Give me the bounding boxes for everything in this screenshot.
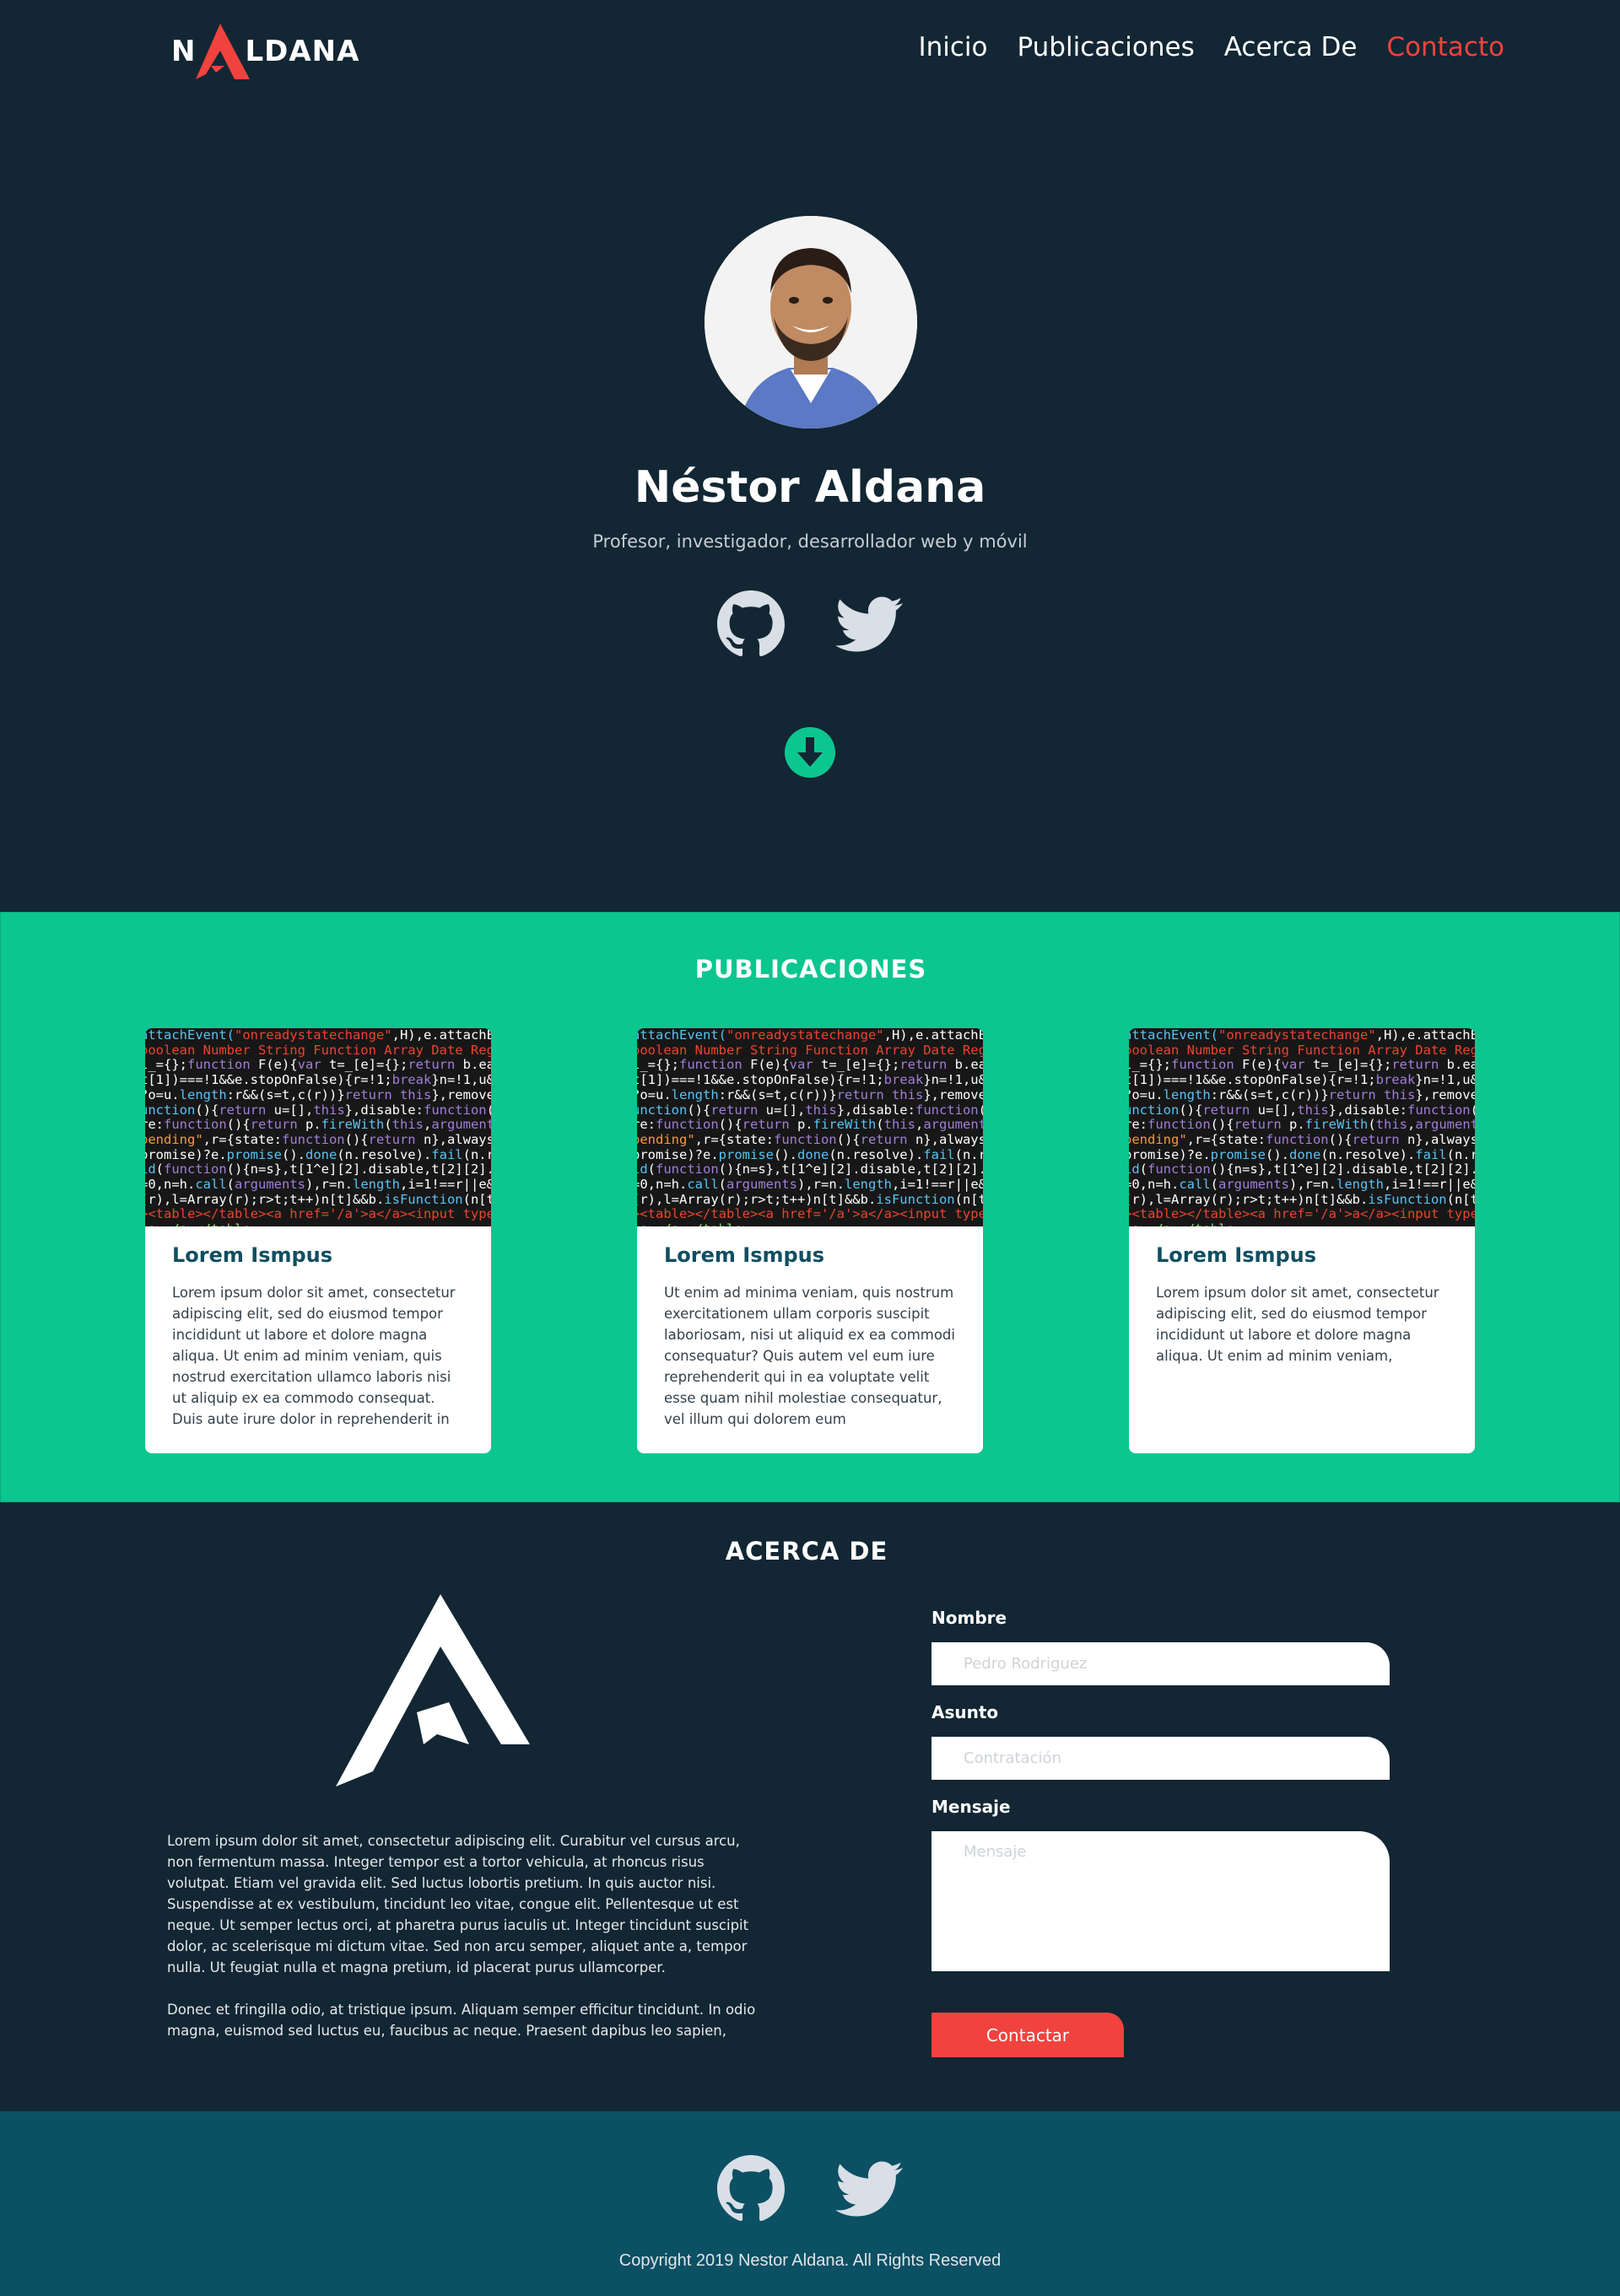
nombre-label: Nombre: [932, 1608, 1007, 1628]
hero-name: Néstor Aldana: [634, 462, 986, 513]
mensaje-textarea[interactable]: [932, 1831, 1390, 1971]
code-line: ><table></table><a href='/a'>a</a><input…: [145, 1206, 491, 1222]
code-thumbnail: attachEvent("onreadystatechange",H),e.at…: [145, 1028, 491, 1226]
code-line: promise)?e.promise().done(n.resolve).fai…: [1129, 1146, 1475, 1162]
code-line: <a></a></table>: [1129, 1221, 1475, 1226]
code-line: unction(){return u=[],this},disable:func…: [1129, 1102, 1475, 1118]
code-line: boolean Number String Function Array Dat…: [637, 1042, 983, 1058]
card-title: Lorem Ismpus: [664, 1243, 825, 1267]
card-title: Lorem Ismpus: [172, 1243, 333, 1267]
footer: Copyright 2019 Nestor Aldana. All Rights…: [0, 2111, 1620, 2296]
code-line: =0,n=h.call(arguments),r=n.length,i=1!==…: [145, 1177, 491, 1193]
profile-avatar: [705, 216, 917, 428]
code-line: re:function(){return p.fireWith(this,arg…: [145, 1117, 491, 1133]
code-line: (r),l=Array(r);r>t;t++)n[t]&&b.isFunctio…: [1129, 1191, 1475, 1207]
logo-wordmark: N LDANA: [171, 24, 359, 79]
copyright-text: Copyright 2019 Nestor Aldana. All Rights…: [618, 2251, 1002, 2270]
card-text: Ut enim ad minima veniam, quis nostrum e…: [664, 1285, 955, 1427]
nav-item-publicaciones[interactable]: Publicaciones: [1018, 32, 1195, 62]
asunto-input[interactable]: [932, 1737, 1390, 1780]
code-line: unction(){return u=[],this},disable:func…: [145, 1102, 491, 1118]
code-line: l_={};function F(e){var t=_[e]={};return…: [1129, 1057, 1475, 1073]
code-line: l_={};function F(e){var t=_[e]={};return…: [637, 1057, 983, 1073]
code-line: id(function(){n=s},t[1^e][2].disable,t[2…: [1129, 1161, 1475, 1178]
scroll-down-button[interactable]: [783, 725, 837, 779]
code-line: id(function(){n=s},t[1^e][2].disable,t[2…: [637, 1161, 983, 1178]
code-line: ?o=u.length:r&&(s=t,c(r))}return this},r…: [637, 1086, 983, 1102]
contactar-button[interactable]: Contactar: [932, 2013, 1124, 2057]
code-line: ?o=u.length:r&&(s=t,c(r))}return this},r…: [1129, 1086, 1475, 1102]
about-logo-icon: [336, 1594, 530, 1787]
about-text: Lorem ipsum dolor sit amet, consectetur …: [167, 1830, 758, 2041]
hero-subtitle: Profesor, investigador, desarrollador we…: [592, 531, 1028, 552]
code-line: pending",r={state:function(){return n},a…: [1129, 1131, 1475, 1147]
arrow-down-circle-icon: [785, 727, 835, 778]
code-line: promise)?e.promise().done(n.resolve).fai…: [637, 1146, 983, 1162]
card-text: Lorem ipsum dolor sit amet, consectetur …: [1156, 1285, 1439, 1364]
nav-menu: Inicio Publicaciones Acerca De Contacto: [888, 32, 1504, 62]
nav-item-acerca-de[interactable]: Acerca De: [1224, 32, 1358, 62]
about-paragraph: Donec et fringilla odio, at tristique ip…: [167, 2002, 756, 2039]
twitter-icon: [835, 2161, 903, 2217]
code-line: t[1])===!1&&e.stopOnFalse){r=!1;break}n=…: [145, 1072, 491, 1088]
github-link[interactable]: [717, 590, 785, 658]
code-line: t[1])===!1&&e.stopOnFalse){r=!1;break}n=…: [637, 1072, 983, 1088]
code-line: (r),l=Array(r);r>t;t++)n[t]&&b.isFunctio…: [637, 1191, 983, 1207]
code-line: ><table></table><a href='/a'>a</a><input…: [1129, 1206, 1475, 1222]
asunto-label: Asunto: [932, 1702, 999, 1722]
code-line: t[1])===!1&&e.stopOnFalse){r=!1;break}n=…: [1129, 1072, 1475, 1088]
publicaciones-section: PUBLICACIONES attachEvent("onreadystatec…: [0, 912, 1620, 1502]
logo-letters-ldana: LDANA: [245, 35, 360, 68]
code-line: unction(){return u=[],this},disable:func…: [637, 1102, 983, 1118]
code-line: ?o=u.length:r&&(s=t,c(r))}return this},r…: [145, 1086, 491, 1102]
code-line: attachEvent("onreadystatechange",H),e.at…: [145, 1028, 491, 1043]
card-text: Lorem ipsum dolor sit amet, consectetur …: [172, 1285, 456, 1427]
code-line: ><table></table><a href='/a'>a</a><input…: [637, 1206, 983, 1222]
profile-photo-icon: [705, 216, 917, 428]
publication-card[interactable]: attachEvent("onreadystatechange",H),e.at…: [1129, 1028, 1475, 1453]
code-thumbnail: attachEvent("onreadystatechange",H),e.at…: [637, 1028, 983, 1226]
nav-item-inicio[interactable]: Inicio: [918, 32, 987, 62]
code-line: <a></a></table>: [637, 1221, 983, 1226]
acerca-de-title: ACERCA DE: [725, 1537, 888, 1566]
code-line: boolean Number String Function Array Dat…: [145, 1042, 491, 1058]
publicaciones-title: PUBLICACIONES: [694, 955, 927, 984]
code-line: =0,n=h.call(arguments),r=n.length,i=1!==…: [637, 1177, 983, 1193]
github-icon: [717, 590, 785, 657]
logo-a-mark-icon: [196, 24, 251, 79]
contact-form: Nombre Asunto Mensaje Contactar: [932, 1608, 1391, 2057]
code-line: boolean Number String Function Array Dat…: [1129, 1042, 1475, 1058]
code-line: re:function(){return p.fireWith(this,arg…: [637, 1117, 983, 1133]
nav-item-contacto[interactable]: Contacto: [1386, 32, 1504, 62]
code-line: pending",r={state:function(){return n},a…: [145, 1131, 491, 1147]
code-line: id(function(){n=s},t[1^e][2].disable,t[2…: [145, 1161, 491, 1178]
code-line: (r),l=Array(r);r>t;t++)n[t]&&b.isFunctio…: [145, 1191, 491, 1207]
code-line: pending",r={state:function(){return n},a…: [637, 1131, 983, 1147]
code-line: l_={};function F(e){var t=_[e]={};return…: [145, 1057, 491, 1073]
about-paragraph: Lorem ipsum dolor sit amet, consectetur …: [167, 1833, 749, 1975]
code-line: promise)?e.promise().done(n.resolve).fai…: [145, 1146, 491, 1162]
code-line: =0,n=h.call(arguments),r=n.length,i=1!==…: [1129, 1177, 1475, 1193]
code-line: attachEvent("onreadystatechange",H),e.at…: [637, 1028, 983, 1043]
twitter-link[interactable]: [835, 590, 903, 658]
github-icon: [717, 2155, 785, 2222]
nombre-input[interactable]: [932, 1642, 1390, 1685]
code-line: attachEvent("onreadystatechange",H),e.at…: [1129, 1028, 1475, 1043]
footer-github-link[interactable]: [717, 2155, 785, 2223]
twitter-icon: [835, 596, 903, 652]
site-logo[interactable]: N LDANA: [171, 22, 359, 81]
footer-social-links: [0, 2155, 1620, 2223]
code-line: re:function(){return p.fireWith(this,arg…: [1129, 1117, 1475, 1133]
top-nav: N LDANA Inicio Publicaciones Acerca De C…: [0, 0, 1620, 105]
footer-twitter-link[interactable]: [835, 2155, 903, 2223]
hero-social-links: [0, 590, 1620, 658]
code-line: <a></a></table>: [145, 1221, 491, 1226]
publication-card[interactable]: attachEvent("onreadystatechange",H),e.at…: [145, 1028, 491, 1453]
card-title: Lorem Ismpus: [1156, 1243, 1317, 1267]
mensaje-label: Mensaje: [932, 1797, 1011, 1817]
code-thumbnail: attachEvent("onreadystatechange",H),e.at…: [1129, 1028, 1475, 1226]
publication-card[interactable]: attachEvent("onreadystatechange",H),e.at…: [637, 1028, 983, 1453]
